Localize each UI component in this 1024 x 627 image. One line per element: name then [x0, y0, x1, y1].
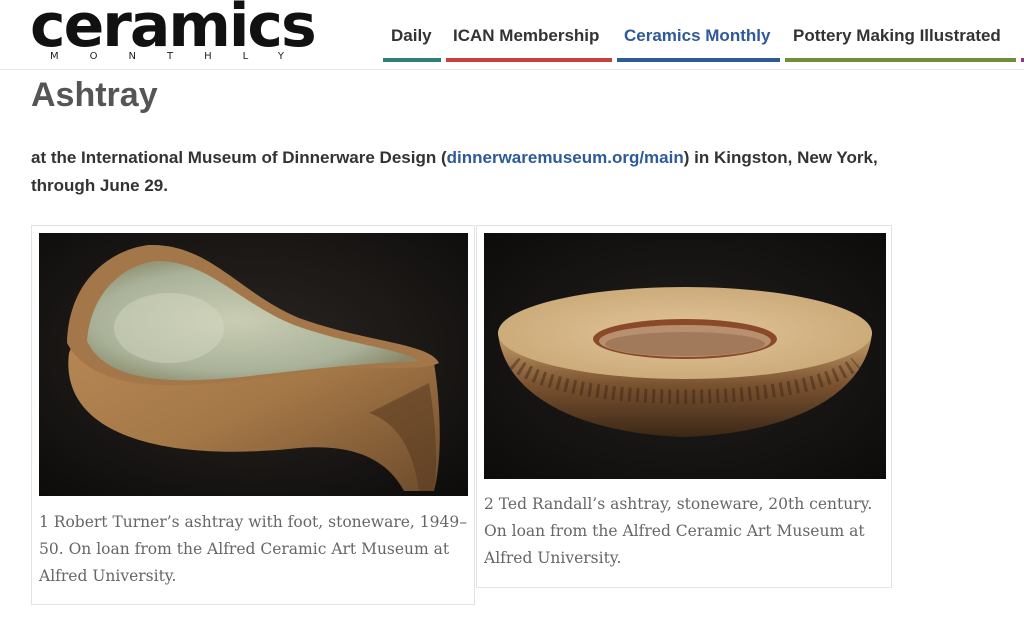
- nav-underline-pottery: [785, 58, 1016, 62]
- ashtray-with-foot-photo[interactable]: [39, 233, 468, 496]
- page-title: Ashtray: [31, 76, 158, 114]
- nav-underline-ceramics-monthly: [617, 58, 780, 62]
- logo-wordmark: ceramics: [30, 0, 317, 61]
- intro-before: at the International Museum of Dinnerwar…: [31, 148, 447, 167]
- nav-underline-daily: [383, 58, 441, 62]
- figure-card-1: 1 Robert Turner’s ashtray with foot, sto…: [31, 225, 475, 605]
- figure-caption-2: 2 Ted Randall’s ashtray, stoneware, 20th…: [484, 495, 873, 567]
- nav-daily[interactable]: Daily: [391, 26, 432, 46]
- site-logo[interactable]: ceramics MONTHLY: [30, 0, 360, 68]
- nav-underline-ican: [446, 58, 612, 62]
- site-header: ceramics MONTHLY Daily ICAN Membership C…: [0, 0, 1024, 70]
- nav-ceramics-monthly[interactable]: Ceramics Monthly: [624, 26, 770, 46]
- nav-ican-membership[interactable]: ICAN Membership: [453, 26, 599, 46]
- museum-link[interactable]: dinnerwaremuseum.org/main: [447, 148, 684, 167]
- logo-subtitle: MONTHLY: [50, 51, 315, 62]
- randall-ashtray-photo[interactable]: [484, 233, 886, 479]
- figure-caption-1: 1 Robert Turner’s ashtray with foot, sto…: [39, 513, 467, 585]
- nav-pottery-making-illustrated[interactable]: Pottery Making Illustrated: [793, 26, 1001, 46]
- intro-text: at the International Museum of Dinnerwar…: [31, 144, 911, 200]
- figure-card-2: 2 Ted Randall’s ashtray, stoneware, 20th…: [476, 225, 892, 588]
